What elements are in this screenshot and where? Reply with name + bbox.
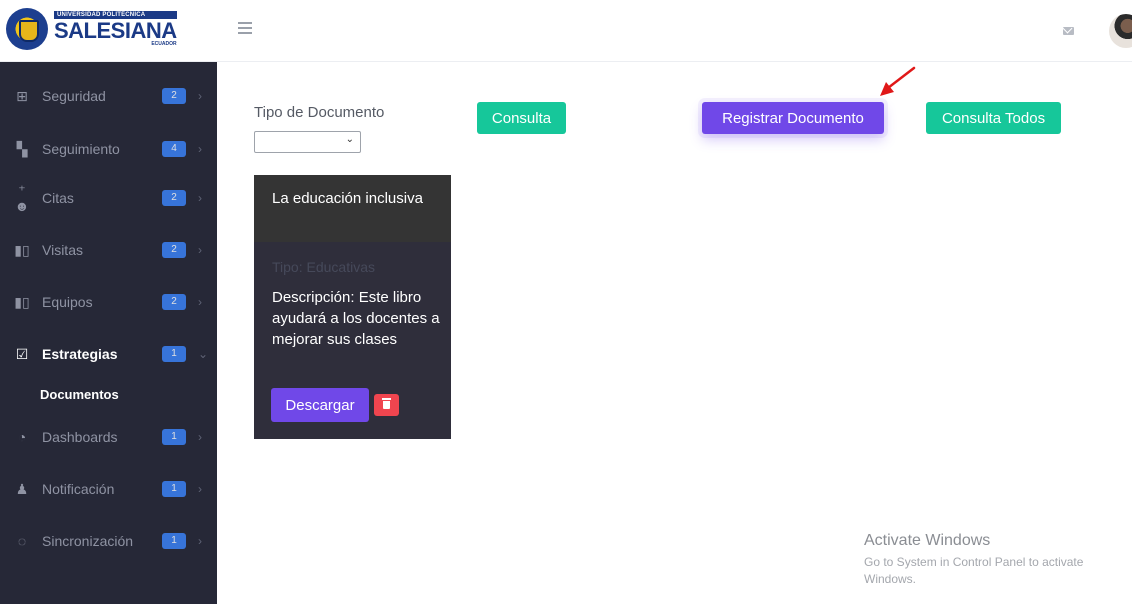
chevron-right-icon: › <box>198 430 202 444</box>
sidebar-item-seguridad[interactable]: ⊞ Seguridad 2 › <box>0 74 217 118</box>
document-type: Tipo: Educativas <box>272 259 375 275</box>
sidebar-item-sincronizacion[interactable]: ◌ Sincronización 1 › <box>0 519 217 563</box>
chevron-right-icon: › <box>198 243 202 257</box>
windows-watermark-text: Go to System in Control Panel to activat… <box>864 555 1084 586</box>
logo-text: UNIVERSIDAD POLITÉCNICA SALESIANA ECUADO… <box>54 11 177 47</box>
sidebar-item-label: Visitas <box>42 242 83 258</box>
book-open-icon: ▮▯ <box>14 242 30 258</box>
count-badge: 2 <box>162 190 186 206</box>
top-navbar: UNIVERSIDAD POLITÉCNICA SALESIANA ECUADO… <box>0 0 1132 62</box>
chevron-right-icon: › <box>198 89 202 103</box>
chevron-down-icon: ⌄ <box>198 347 209 361</box>
sidebar-item-label: Notificación <box>42 481 115 497</box>
trash-icon <box>382 398 391 409</box>
count-badge: 1 <box>162 533 186 549</box>
sync-icon: ◌ <box>17 533 27 549</box>
sidebar-item-visitas[interactable]: ▮▯ Visitas 2 › <box>0 228 217 272</box>
consulta-todos-button[interactable]: Consulta Todos <box>926 102 1061 134</box>
document-type-select[interactable]: ⌄ <box>254 131 361 153</box>
binoculars-icon: ▚ <box>16 141 28 157</box>
count-badge: 1 <box>162 481 186 497</box>
university-seal-icon <box>6 8 48 50</box>
sidebar-item-label: Citas <box>42 190 74 206</box>
sidebar-item-dashboards[interactable]: ◔ Dashboards 1 › <box>0 415 217 459</box>
chevron-right-icon: › <box>198 191 202 205</box>
count-badge: 1 <box>162 346 186 362</box>
bell-icon: ♟ <box>15 481 29 497</box>
sidebar-item-estrategias[interactable]: ☑ Estrategias 1 ⌄ <box>0 332 217 376</box>
chevron-right-icon: › <box>198 295 202 309</box>
registrar-documento-button[interactable]: Registrar Documento <box>702 102 884 134</box>
chevron-right-icon: › <box>198 482 202 496</box>
sidebar-item-equipos[interactable]: ▮▯ Equipos 2 › <box>0 280 217 324</box>
document-type-label: Tipo de Documento <box>254 104 385 121</box>
hamburger-menu-icon[interactable] <box>238 22 252 34</box>
sidebar-item-notificacion[interactable]: ♟ Notificación 1 › <box>0 467 217 511</box>
mail-icon[interactable] <box>1063 27 1074 35</box>
download-button[interactable]: Descargar <box>271 388 369 422</box>
document-title: La educación inclusiva <box>272 190 423 207</box>
users-plus-icon: ⁺☻ <box>14 182 30 214</box>
table-icon: ⊞ <box>16 88 28 104</box>
book-open-icon: ▮▯ <box>14 294 30 310</box>
document-card: La educación inclusiva Tipo: Educativas … <box>254 175 451 439</box>
count-badge: 2 <box>162 88 186 104</box>
count-badge: 2 <box>162 242 186 258</box>
sidebar-item-label: Dashboards <box>42 429 118 445</box>
sidebar-item-label: Sincronización <box>42 533 134 549</box>
sidebar-item-label: Seguridad <box>42 88 106 104</box>
clipboard-check-icon: ☑ <box>15 346 29 362</box>
sidebar-item-label: Seguimiento <box>42 141 120 157</box>
sidebar: ⊞ Seguridad 2 › ▚ Seguimiento 4 › ⁺☻ Cit… <box>0 62 217 604</box>
sidebar-item-label: Estrategias <box>42 346 118 362</box>
delete-button[interactable] <box>374 394 399 416</box>
chevron-right-icon: › <box>198 142 202 156</box>
sidebar-item-citas[interactable]: ⁺☻ Citas 2 › <box>0 176 217 220</box>
chevron-down-icon: ⌄ <box>345 134 354 145</box>
annotation-arrow-icon <box>880 66 916 96</box>
count-badge: 1 <box>162 429 186 445</box>
logo-country: ECUADOR <box>151 41 177 47</box>
consulta-button[interactable]: Consulta <box>477 102 566 134</box>
logo-name: SALESIANA <box>54 18 177 43</box>
count-badge: 2 <box>162 294 186 310</box>
document-description: Descripción: Este libro ayudará a los do… <box>272 289 440 348</box>
chevron-right-icon: › <box>198 534 202 548</box>
windows-watermark-title: Activate Windows <box>864 532 991 549</box>
sidebar-subitem-documentos[interactable]: Documentos <box>40 387 119 402</box>
sidebar-item-label: Equipos <box>42 294 93 310</box>
sidebar-item-seguimiento[interactable]: ▚ Seguimiento 4 › <box>0 127 217 171</box>
document-card-header: La educación inclusiva <box>254 175 451 242</box>
gauge-icon: ◔ <box>17 429 27 445</box>
user-avatar[interactable] <box>1109 14 1132 48</box>
ups-logo[interactable]: UNIVERSIDAD POLITÉCNICA SALESIANA ECUADO… <box>6 6 177 52</box>
count-badge: 4 <box>162 141 186 157</box>
